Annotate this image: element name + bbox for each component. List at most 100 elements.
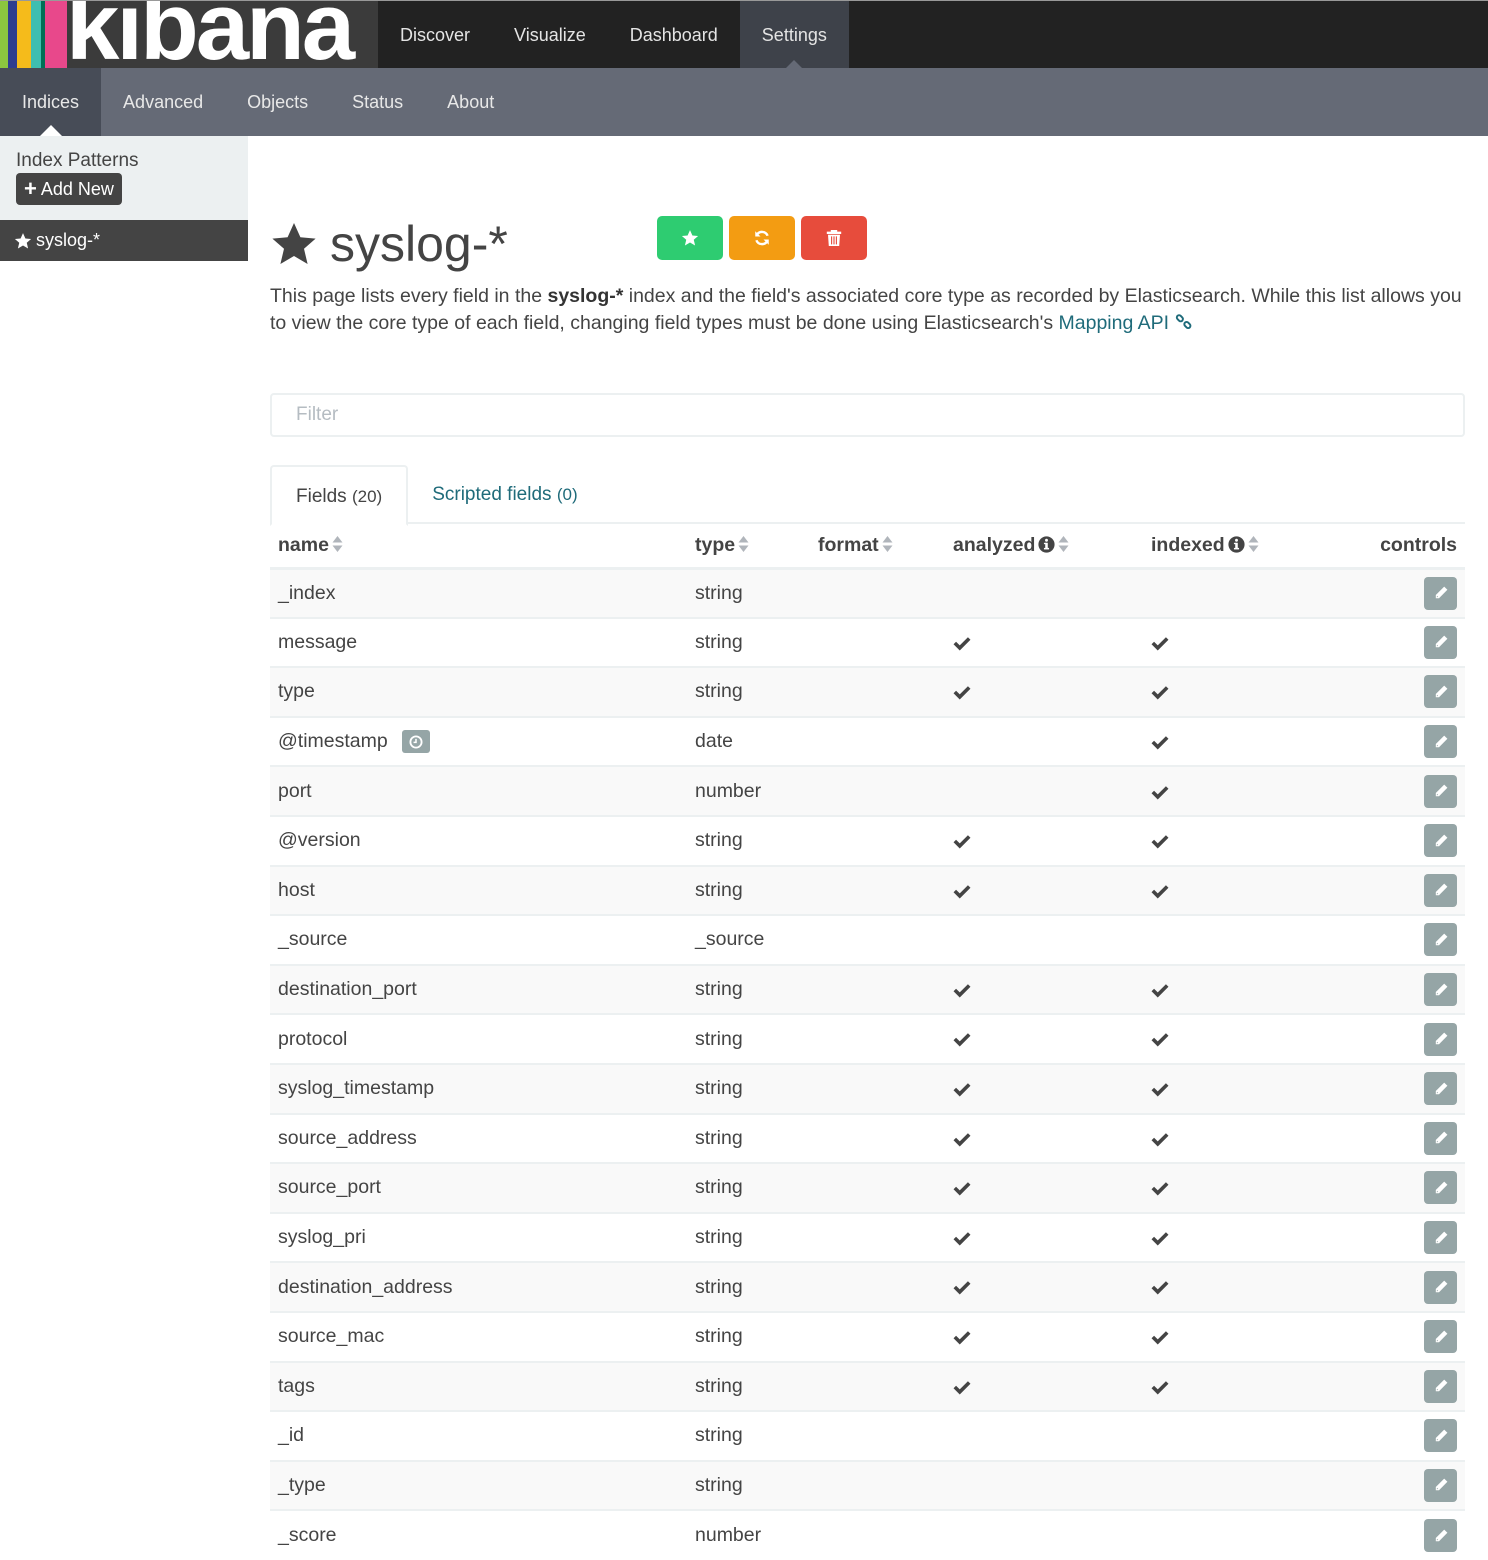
check-icon: [1151, 1281, 1169, 1295]
nav-settings[interactable]: Settings: [739, 1, 849, 69]
subnav-objects[interactable]: Objects: [225, 68, 330, 136]
field-name: source_port: [278, 1176, 381, 1199]
field-type: string: [687, 963, 810, 1015]
nav-visualize[interactable]: Visualize: [492, 1, 608, 69]
check-icon: [1151, 736, 1169, 750]
field-indexed: [1143, 1509, 1313, 1560]
field-type: string: [687, 1112, 810, 1164]
pencil-icon: [1435, 685, 1447, 698]
field-controls: [1313, 1261, 1465, 1312]
column-header-name[interactable]: name: [270, 524, 687, 570]
field-name: _index: [278, 581, 336, 604]
subnav-advanced[interactable]: Advanced: [101, 68, 225, 136]
edit-field-button[interactable]: [1424, 1270, 1457, 1304]
field-indexed: [1143, 1310, 1313, 1362]
field-indexed: [1143, 1013, 1313, 1064]
pencil-icon: [1435, 784, 1447, 797]
mapping-api-link[interactable]: Mapping API: [1059, 312, 1170, 334]
column-header-format[interactable]: format: [810, 524, 945, 570]
nav-discover[interactable]: Discover: [378, 1, 492, 69]
edit-field-button[interactable]: [1424, 1171, 1457, 1205]
set-default-button[interactable]: [657, 216, 723, 260]
subnav-status[interactable]: Status: [330, 68, 425, 136]
edit-field-button[interactable]: [1424, 1072, 1457, 1106]
edit-field-button[interactable]: [1424, 675, 1457, 709]
field-name: port: [278, 779, 312, 802]
edit-field-button[interactable]: [1424, 1022, 1457, 1056]
sidebar-item-syslog[interactable]: syslog-*: [0, 220, 248, 261]
check-icon: [1151, 686, 1169, 700]
table-row: message string: [270, 616, 1465, 668]
check-icon: [953, 1083, 971, 1097]
edit-field-button[interactable]: [1424, 824, 1457, 858]
pencil-icon: [1435, 1330, 1447, 1342]
refresh-fields-button[interactable]: [729, 216, 795, 260]
edit-field-button[interactable]: [1424, 1320, 1457, 1354]
edit-field-button[interactable]: [1424, 1468, 1457, 1502]
table-row: port number: [270, 765, 1465, 816]
edit-field-button[interactable]: [1424, 973, 1457, 1007]
field-format: [810, 1162, 945, 1213]
field-format: [810, 1211, 945, 1263]
index-actions: [657, 216, 867, 260]
subnav-indices[interactable]: Indices: [0, 68, 102, 136]
field-controls: [1313, 1211, 1465, 1263]
field-type: string: [687, 1211, 810, 1263]
column-header-type[interactable]: type: [687, 524, 810, 570]
sort-icon: [738, 535, 749, 552]
check-icon: [1151, 1033, 1169, 1047]
tab-label: Fields: [296, 486, 347, 507]
info-icon[interactable]: [1228, 536, 1245, 553]
edit-field-button[interactable]: [1424, 774, 1457, 808]
edit-field-button[interactable]: [1424, 923, 1457, 957]
field-name: _score: [278, 1524, 337, 1547]
field-name-cell: _score: [270, 1509, 687, 1560]
check-icon: [953, 1132, 971, 1147]
field-format: [810, 814, 945, 866]
check-icon: [1151, 1331, 1169, 1345]
field-controls: [1313, 1360, 1465, 1412]
table-row: _score number: [270, 1509, 1465, 1560]
logo-stripe: [8, 1, 17, 69]
field-indexed: [1143, 765, 1313, 816]
tab-fields[interactable]: Fields (20): [270, 465, 409, 526]
subnav-about[interactable]: About: [425, 68, 516, 136]
kibana-logo[interactable]: kibana: [0, 1, 378, 69]
field-name: tags: [278, 1374, 315, 1397]
field-name-cell: @version: [270, 814, 687, 866]
tab-count: (20): [351, 487, 383, 506]
field-name: type: [278, 680, 315, 703]
pencil-icon: [1435, 983, 1447, 995]
edit-field-button[interactable]: [1424, 1369, 1457, 1403]
column-header-analyzed[interactable]: analyzed: [945, 524, 1143, 570]
field-indexed: [1143, 1112, 1313, 1164]
field-format: [810, 1360, 945, 1412]
edit-field-button[interactable]: [1424, 1419, 1457, 1453]
delete-index-pattern-button[interactable]: [801, 216, 867, 260]
edit-field-button[interactable]: [1424, 725, 1457, 759]
field-name: destination_port: [278, 978, 417, 1001]
edit-field-button[interactable]: [1424, 625, 1457, 659]
check-icon: [1151, 884, 1169, 899]
field-format: [810, 1062, 945, 1114]
field-name: source_mac: [278, 1325, 385, 1348]
field-name-cell: tags: [270, 1360, 687, 1412]
field-indexed: [1143, 1211, 1313, 1263]
field-format: [810, 567, 945, 618]
check-icon: [953, 636, 971, 651]
edit-field-button[interactable]: [1424, 1221, 1457, 1255]
add-new-index-pattern-button[interactable]: + Add New: [16, 173, 122, 205]
filter-input[interactable]: [270, 393, 1465, 437]
field-name-cell: destination_address: [270, 1261, 687, 1312]
check-icon: [953, 984, 971, 998]
edit-field-button[interactable]: [1424, 873, 1457, 907]
column-header-indexed[interactable]: indexed: [1143, 524, 1313, 570]
edit-field-button[interactable]: [1424, 1519, 1457, 1553]
edit-field-button[interactable]: [1424, 576, 1457, 610]
nav-dashboard[interactable]: Dashboard: [608, 1, 740, 69]
field-controls: [1313, 1459, 1465, 1511]
info-icon[interactable]: [1038, 536, 1055, 553]
edit-field-button[interactable]: [1424, 1121, 1457, 1155]
settings-subnav: Indices Advanced Objects Status About: [0, 68, 1488, 136]
tab-scripted-fields[interactable]: Scripted fields (0): [408, 465, 601, 524]
